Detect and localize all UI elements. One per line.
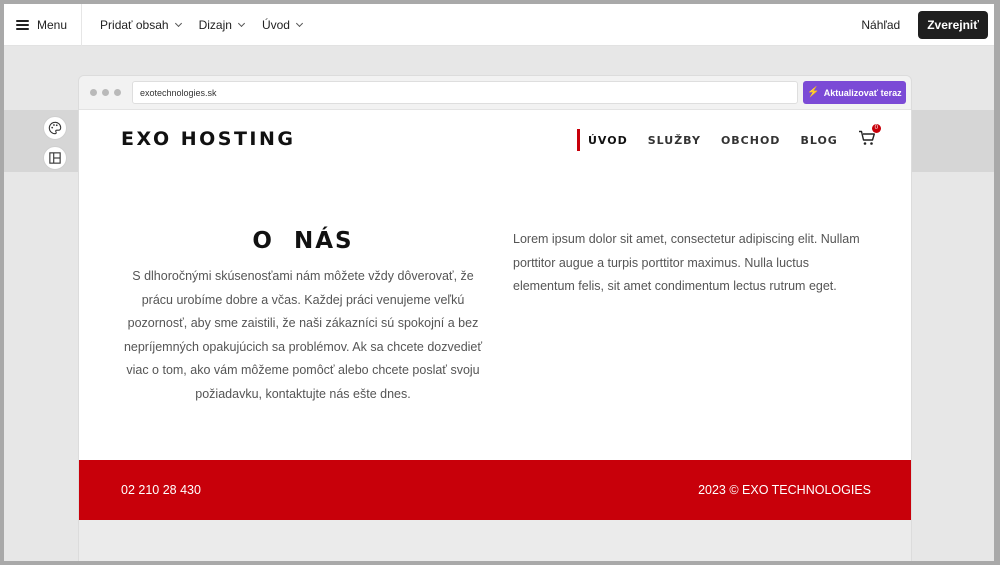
add-content-label: Pridať obsah [100,17,169,32]
chevron-down-icon [174,19,182,27]
lorem-text: Lorem ipsum dolor sit amet, consectetur … [513,232,860,293]
palette-icon [48,121,62,135]
update-now-button[interactable]: ⚡ Aktualizovať teraz [803,81,906,104]
palette-button[interactable] [43,116,67,140]
site-nav-home[interactable]: ÚVOD [588,134,628,147]
footer-phone: 02 210 28 430 [121,483,201,497]
active-nav-indicator [577,129,580,151]
url-bar[interactable]: exotechnologies.sk [132,81,798,104]
footer-copyright: 2023 © EXO TECHNOLOGIES [698,483,871,497]
editor-toolbar: Menu Pridať obsah Dizajn Úvod Náhľad Zve… [4,4,994,46]
page-label: Úvod [261,17,290,32]
about-text: S dlhoročnými skúsenosťami nám môžete vž… [123,269,483,401]
editor-frame: Menu Pridať obsah Dizajn Úvod Náhľad Zve… [4,4,994,561]
design-label: Dizajn [198,17,232,32]
layout-icon [49,152,61,164]
menu-label: Menu [37,17,68,32]
window-dots [90,89,126,96]
site-page: EXO HOSTING ÚVOD SLUŽBY OBCHOD BLOG 0 O … [79,110,911,520]
page-dropdown[interactable]: Úvod [261,17,303,32]
cart-count-badge: 0 [871,123,881,133]
about-section: O NÁS S dlhoročnými skúsenosťami nám môž… [123,228,483,406]
browser-bar: exotechnologies.sk ⚡ Aktualizovať teraz [79,76,911,110]
site-nav-services[interactable]: SLUŽBY [648,134,701,147]
cart-button[interactable]: 0 [858,123,881,151]
design-dropdown[interactable]: Dizajn [198,17,245,32]
hamburger-icon [16,18,29,32]
update-now-label: Aktualizovať teraz [823,87,902,98]
site-nav-shop[interactable]: OBCHOD [721,134,781,147]
chevron-down-icon [295,19,303,27]
chevron-down-icon [237,19,245,27]
lightning-icon: ⚡ [807,87,820,98]
site-footer: 02 210 28 430 2023 © EXO TECHNOLOGIES [79,460,911,520]
site-logo[interactable]: EXO HOSTING [121,128,295,150]
about-title: O NÁS [252,228,354,254]
add-content-dropdown[interactable]: Pridať obsah [100,17,182,32]
site-nav: ÚVOD SLUŽBY OBCHOD BLOG 0 [577,123,881,151]
layout-button[interactable] [43,146,67,170]
browser-preview: exotechnologies.sk ⚡ Aktualizovať teraz … [78,75,912,561]
site-header: EXO HOSTING ÚVOD SLUŽBY OBCHOD BLOG 0 [79,110,911,172]
publish-button[interactable]: Zverejniť [918,10,988,39]
preview-link[interactable]: Náhľad [861,18,900,32]
menu-button[interactable]: Menu [4,4,83,46]
side-tools [43,116,67,176]
site-nav-blog[interactable]: BLOG [800,134,837,147]
